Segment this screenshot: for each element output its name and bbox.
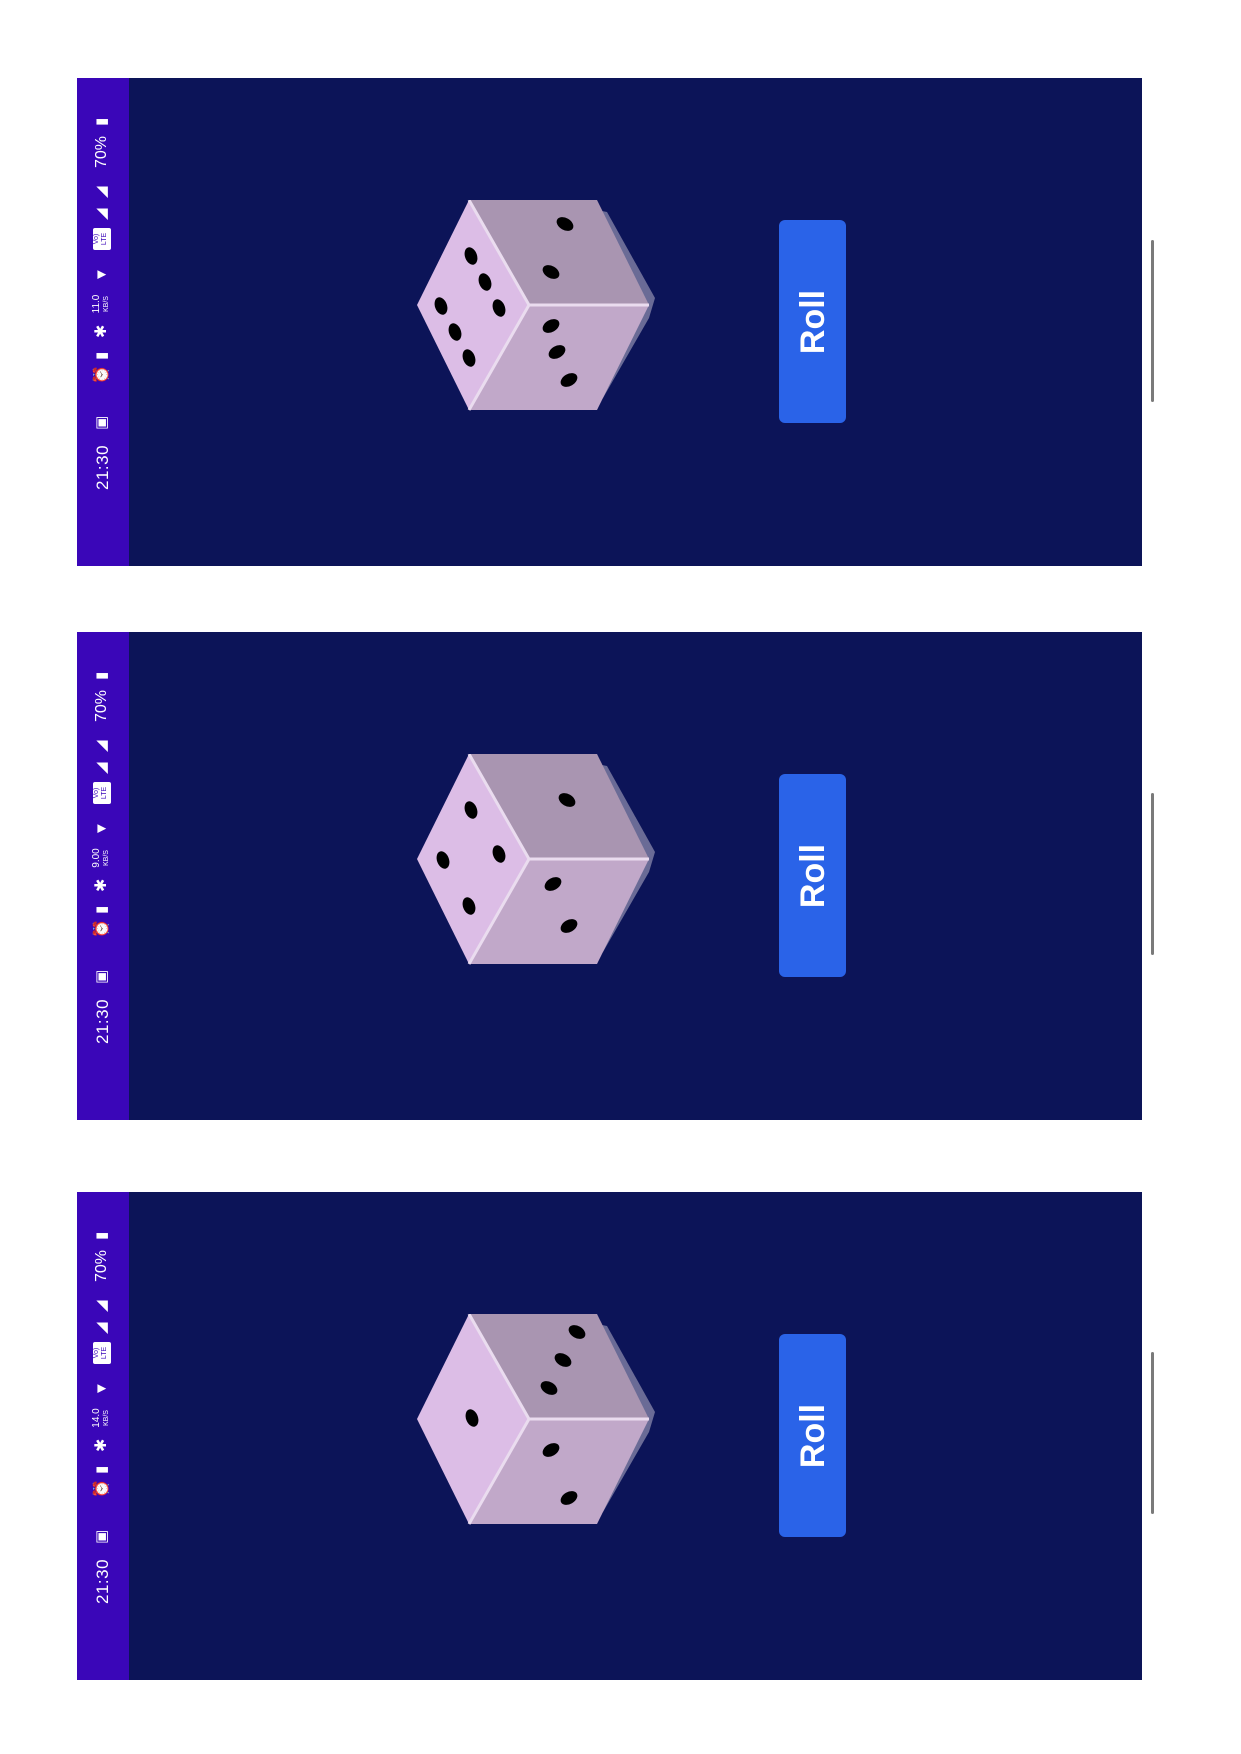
bluetooth-icon: ✱: [93, 324, 110, 338]
vibrate-icon: ▮: [93, 905, 110, 914]
dice-image: [417, 754, 677, 994]
signal-icon: ◢: [93, 1322, 110, 1334]
signal-icon: ◢: [93, 740, 110, 752]
dice-image: [417, 200, 677, 440]
network-speed: 14.0 KB/S: [91, 1408, 110, 1428]
alarm-icon: ⏰: [93, 1479, 110, 1498]
wifi-icon: ▼: [93, 1381, 110, 1396]
sim-icon: ▣: [93, 415, 110, 430]
navigation-handle[interactable]: [1151, 793, 1154, 955]
roll-button[interactable]: Roll: [779, 220, 846, 423]
status-bar: 21:30 ▣ ⏰ ▮ ✱ 11.0 KB/S ▼ Vo) LTE ◢ ◢ 70…: [77, 78, 129, 566]
wifi-icon: ▼: [93, 821, 110, 836]
navigation-handle[interactable]: [1151, 240, 1154, 402]
navigation-handle[interactable]: [1151, 1352, 1154, 1514]
status-time: 21:30: [93, 444, 112, 490]
battery-percent: 70%: [93, 135, 110, 168]
signal-icon: ◢: [93, 186, 110, 198]
status-bar: 21:30 ▣ ⏰ ▮ ✱ 9.00 KB/S ▼ Vo) LTE ◢ ◢ 70…: [77, 632, 129, 1120]
battery-icon: ▮: [93, 117, 110, 126]
phone-screen-2: 21:30 ▣ ⏰ ▮ ✱ 9.00 KB/S ▼ Vo) LTE ◢ ◢ 70…: [77, 632, 1142, 1120]
sim-icon: ▣: [93, 969, 110, 984]
status-time: 21:30: [93, 1558, 112, 1604]
roll-button-label: Roll: [793, 1403, 832, 1468]
roll-button-label: Roll: [793, 843, 832, 908]
network-speed: 9.00 KB/S: [91, 848, 110, 868]
battery-percent: 70%: [93, 689, 110, 722]
battery-icon: ▮: [93, 1231, 110, 1240]
battery-percent: 70%: [93, 1249, 110, 1282]
volte-badge: Vo) LTE: [93, 1342, 111, 1364]
signal-icon: ◢: [93, 762, 110, 774]
roll-button[interactable]: Roll: [779, 774, 846, 977]
network-speed: 11.0 KB/S: [91, 294, 110, 314]
roll-button-label: Roll: [793, 289, 832, 354]
status-time: 21:30: [93, 998, 112, 1044]
phone-screen-3: 21:30 ▣ ⏰ ▮ ✱ 14.0 KB/S ▼ Vo) LTE ◢ ◢ 70…: [77, 1192, 1142, 1680]
page: 21:30 ▣ ⏰ ▮ ✱ 11.0 KB/S ▼ Vo) LTE ◢ ◢ 70…: [0, 0, 1241, 1754]
bluetooth-icon: ✱: [93, 1438, 110, 1452]
bluetooth-icon: ✱: [93, 878, 110, 892]
signal-icon: ◢: [93, 208, 110, 220]
phone-screen-1: 21:30 ▣ ⏰ ▮ ✱ 11.0 KB/S ▼ Vo) LTE ◢ ◢ 70…: [77, 78, 1142, 566]
status-bar: 21:30 ▣ ⏰ ▮ ✱ 14.0 KB/S ▼ Vo) LTE ◢ ◢ 70…: [77, 1192, 129, 1680]
vibrate-icon: ▮: [93, 1465, 110, 1474]
alarm-icon: ⏰: [93, 919, 110, 938]
alarm-icon: ⏰: [93, 365, 110, 384]
dice-image: [417, 1314, 677, 1554]
wifi-icon: ▼: [93, 267, 110, 282]
roll-button[interactable]: Roll: [779, 1334, 846, 1537]
vibrate-icon: ▮: [93, 351, 110, 360]
volte-badge: Vo) LTE: [93, 228, 111, 250]
sim-icon: ▣: [93, 1529, 110, 1544]
battery-icon: ▮: [93, 671, 110, 680]
volte-badge: Vo) LTE: [93, 782, 111, 804]
signal-icon: ◢: [93, 1300, 110, 1312]
